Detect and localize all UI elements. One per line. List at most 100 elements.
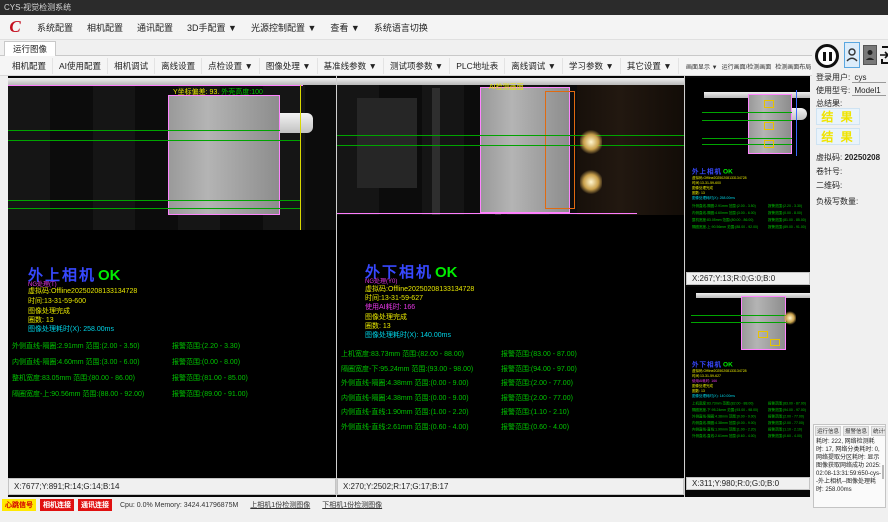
camera-thumb-upper[interactable]: 外上相机OK 虚拟码:Offline20250208133134728 时间:1… xyxy=(686,78,810,272)
menu-item[interactable]: 系统语言切换 xyxy=(367,18,435,37)
result-box-upper: 结 果 xyxy=(816,108,860,125)
measurement-row: 整机宽度:83.05mm 范围:(80.00 - 86.00) 报警范围:(81… xyxy=(12,373,248,383)
camera-thumb-lower[interactable]: 外下相机OK 虚拟码:Offline20250208133134728 时间:1… xyxy=(686,287,810,477)
measurement-value: 整机宽度:83.05mm 范围:(80.00 - 86.00) xyxy=(12,373,170,383)
alarm-range: 报警范围:(2.00 - 77.00) xyxy=(768,415,804,419)
cell-outline xyxy=(168,95,280,215)
log-box[interactable]: 运行信息报警信息统计信息 耗时: 222, 网络检测耗时: 17, 网络分类耗时… xyxy=(813,424,886,508)
model-value[interactable]: Model1 xyxy=(852,86,886,96)
pixel-readout-lower: X:270;Y:2502;R:17;G:17;B:17 xyxy=(337,478,684,495)
alarm-range: 报警范围:(89.00 - 91.00) xyxy=(172,391,248,398)
measurement-value: 隔圈宽度-下:95.24mm 范围:(93.00 - 98.00) xyxy=(341,364,499,374)
menu-item[interactable]: 查看 ▼ xyxy=(323,18,366,37)
toolbar-item[interactable]: 离线调试 ▼ xyxy=(505,58,563,74)
virtual-code-line: 虚拟码:Offline20250208133134728 xyxy=(28,286,137,296)
display-mode-dropdown[interactable]: 画面显示 ▼ xyxy=(686,62,718,71)
alarm-range: 报警范围:(2.20 - 3.30) xyxy=(172,343,240,350)
upper-camera-image-link[interactable]: 上相机1份检测图像 xyxy=(250,500,310,510)
measurement-row: 隔圈宽度-下:95.24mm 范围:(93.00 - 98.00) 报警范围:(… xyxy=(341,364,577,374)
roi-box xyxy=(770,339,780,346)
tab-run-image[interactable]: 运行图像 xyxy=(4,41,56,56)
alarm-range: 报警范围:(0.60 - 4.00) xyxy=(768,435,802,439)
comm-connect-badge: 通讯连接 xyxy=(78,499,112,511)
measurement-row: 内侧直线-直线:1.90mm 范围:(1.00 - 2.20) 报警范围:(1.… xyxy=(692,427,810,432)
toolbar-item[interactable]: 图像处理 ▼ xyxy=(260,58,318,74)
toolbar-item[interactable]: 离线设置 xyxy=(155,58,202,74)
alarm-range: 报警范围:(94.00 - 97.00) xyxy=(501,366,577,373)
tab-strip: 运行图像 xyxy=(0,40,888,56)
toolbar-item[interactable]: 点检设置 ▼ xyxy=(202,58,260,74)
measurement-value: 内侧直线-直线:1.90mm 范围:(1.00 - 2.20) xyxy=(692,427,767,432)
camera-view-lower-outer[interactable]: AI检测画面 外下相机OK NG处理(Y0) 虚拟码:Offline202502… xyxy=(337,78,684,478)
timing-line: 图像处理耗时(X): 258.00ms xyxy=(692,196,810,201)
camera-view-upper-outer[interactable]: Y坐标偏差: 93. 外壳高度:100 外上相机OK NG处理(T) 虚拟码:O… xyxy=(8,78,336,478)
toolbar-item[interactable]: 相机配置 xyxy=(6,58,53,74)
measurement-row: 外侧直线-隔圈:4.38mm 范围:(0.00 - 9.00) 报警范围:(2.… xyxy=(692,414,810,419)
toolbar-item[interactable]: PLC地址表 xyxy=(450,58,505,74)
camera-status: OK xyxy=(435,264,458,281)
login-label: 登录用户: xyxy=(816,73,850,82)
exit-button[interactable] xyxy=(880,44,888,66)
lower-camera-image-link[interactable]: 下相机1份检测图像 xyxy=(322,500,382,510)
field-qr-code: 二维码: xyxy=(816,180,842,191)
baseline-pink xyxy=(337,213,637,214)
gripper xyxy=(280,113,313,133)
measurement-value: 内侧直线-隔圈:4.38mm 范围:(0.00 - 9.00) xyxy=(692,421,767,426)
camera-name: 外下相机 xyxy=(692,361,722,369)
measurement-row: 内侧直线-直线:1.90mm 范围:(1.00 - 2.20) 报警范围:(1.… xyxy=(341,407,577,417)
measurement-value: 外侧直线-直线:2.61mm 范围:(0.60 - 4.00) xyxy=(692,434,767,439)
menu-bar: C 系统配置相机配置通讯配置3D手配置 ▼光源控制配置 ▼查看 ▼系统语言切换 xyxy=(0,15,888,40)
alarm-range: 报警范围:(83.00 - 87.00) xyxy=(768,402,806,406)
measurement-value: 隔圈宽度-上:90.56mm 范围:(88.00 - 92.00) xyxy=(692,225,767,230)
measurement-row: 上机宽度:83.73mm 范围:(82.00 - 88.00) 报警范围:(83… xyxy=(692,401,810,406)
field-label: 二维码: xyxy=(816,181,842,190)
toolbar-item[interactable]: 其它设置 ▼ xyxy=(621,58,679,74)
toolbar-item[interactable]: 学习参数 ▼ xyxy=(563,58,621,74)
baseline-pink xyxy=(8,85,303,86)
measurement-value: 外侧直线-隔圈:4.38mm 范围:(0.00 - 9.00) xyxy=(692,414,767,419)
toolbar-item[interactable]: 相机调试 xyxy=(108,58,155,74)
log-scrollbar[interactable] xyxy=(882,465,884,479)
measurement-row: 外侧直线-直线:2.61mm 范围:(0.60 - 4.00) 报警范围:(0.… xyxy=(692,434,810,439)
splitter[interactable] xyxy=(684,76,685,497)
camera-result-title: 外下相机OK xyxy=(692,359,810,369)
toolbar-item[interactable]: 测试项参数 ▼ xyxy=(384,58,450,74)
log-tab[interactable]: 运行信息 xyxy=(815,426,841,436)
timing-line: 图像处理耗时(X): 140.00ms xyxy=(365,330,451,340)
login-value[interactable]: cys xyxy=(852,73,886,83)
display-layout-link[interactable]: 检测画面布局 xyxy=(775,62,811,71)
window-title: CYS-视觉检测系统 xyxy=(0,0,888,15)
timing-line: 图像处理耗时(X): 140.00ms xyxy=(692,394,810,399)
user-switch-button[interactable] xyxy=(863,45,877,65)
menu-item[interactable]: 系统配置 xyxy=(30,18,80,37)
toolbar-item[interactable]: AI使用配置 xyxy=(53,58,108,74)
pause-button[interactable] xyxy=(815,44,839,68)
alarm-range: 报警范围:(1.10 - 2.10) xyxy=(501,409,569,416)
menu-item[interactable]: 3D手配置 ▼ xyxy=(180,18,244,37)
edge-line-blue xyxy=(796,90,797,156)
log-tab[interactable]: 统计信息 xyxy=(871,426,886,436)
pixel-readout-thumb-upper: X:267;Y:13;R:0;G:0;B:0 xyxy=(686,272,810,285)
menu-item[interactable]: 光源控制配置 ▼ xyxy=(244,18,323,37)
measurement-row: 整机宽度:83.05mm 范围:(80.00 - 86.00) 报警范围:(81… xyxy=(692,218,810,223)
user-login-button[interactable] xyxy=(844,42,860,68)
roi-box xyxy=(764,122,774,130)
menu-item[interactable]: 相机配置 xyxy=(80,18,130,37)
result-box-lower: 结 果 xyxy=(816,128,860,145)
measurement-value: 隔圈宽度-上:90.56mm 范围:(88.00 - 92.00) xyxy=(12,389,170,399)
model-row: 使用型号: Model1 xyxy=(816,85,886,96)
log-tab[interactable]: 报警信息 xyxy=(843,426,869,436)
measurement-value: 内侧直线-隔圈:4.60mm 范围:(3.00 - 6.00) xyxy=(692,211,767,216)
measurement-row: 内侧直线-隔圈:4.60mm 范围:(3.00 - 6.00) 报警范围:(0.… xyxy=(692,211,810,216)
reflection-glow xyxy=(784,311,796,325)
menu-item[interactable]: 通讯配置 xyxy=(130,18,180,37)
user-dark-icon xyxy=(865,49,875,61)
display-mode-link[interactable]: 运行画面/检测画面 xyxy=(722,62,772,71)
toolbar-item[interactable]: 基准线参数 ▼ xyxy=(318,58,384,74)
machine-part xyxy=(432,88,440,215)
measure-line xyxy=(8,208,300,209)
measure-line xyxy=(337,135,684,136)
pixel-readout-thumb-lower: X:311;Y:980;R:0;G:0;B:0 xyxy=(686,477,810,490)
measurement-list: 上机宽度:83.73mm 范围:(82.00 - 88.00) 报警范围:(83… xyxy=(341,349,577,437)
measure-line xyxy=(8,130,300,131)
